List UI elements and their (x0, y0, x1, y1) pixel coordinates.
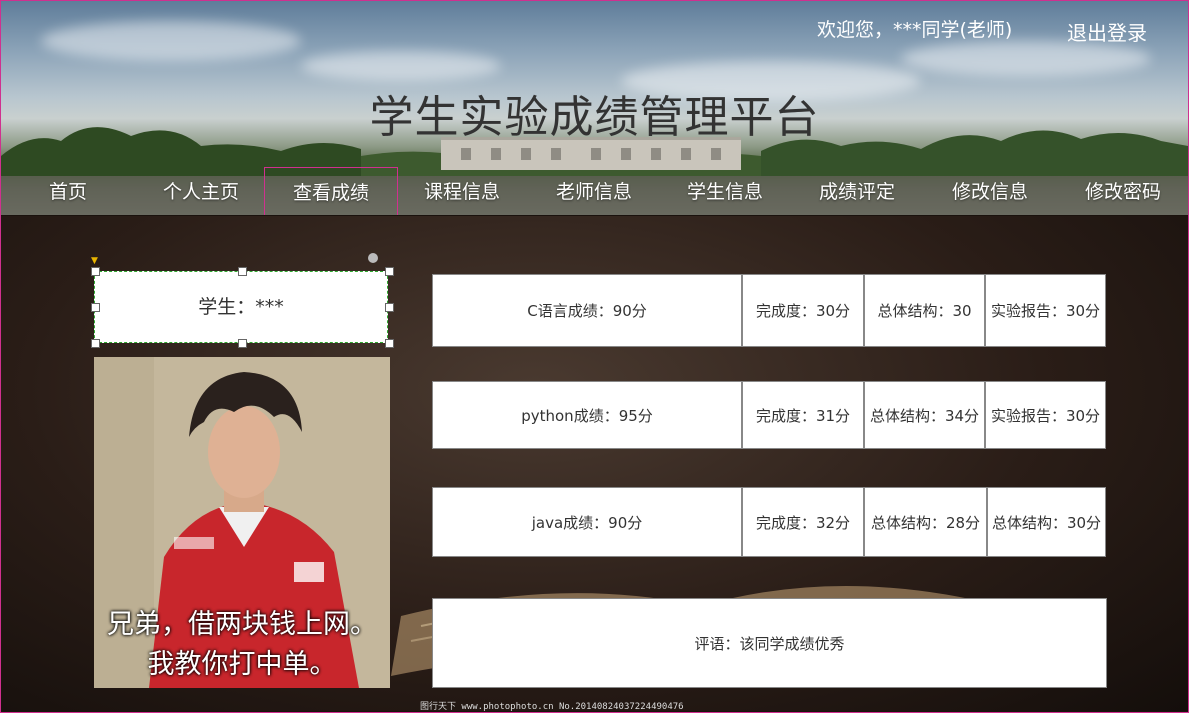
resize-handle[interactable] (91, 303, 100, 312)
report-cell: 实验报告：30分 (985, 381, 1106, 449)
watermark: 图行天下 www.photophoto.cn No.20140824037224… (420, 702, 684, 712)
photo-caption-line2: 我教你打中单。 (147, 649, 337, 680)
completion-cell: 完成度：30分 (742, 274, 864, 347)
nav-view-grades[interactable]: 查看成绩 (264, 167, 398, 215)
teacher-comment: 评语：该同学成绩优秀 (432, 598, 1107, 688)
course-grade-cell: C语言成绩：90分 (432, 274, 742, 347)
resize-handle[interactable] (385, 267, 394, 276)
nav-edit-info[interactable]: 修改信息 (940, 167, 1040, 215)
main-nav: 首页 个人主页 查看成绩 课程信息 老师信息 学生信息 成绩评定 修改信息 修改… (1, 167, 1188, 215)
structure-cell: 总体结构：34分 (864, 381, 985, 449)
student-name-box[interactable]: 学生：*** (94, 271, 388, 343)
welcome-text: 欢迎您，***同学(老师) (817, 19, 1013, 41)
resize-handle[interactable] (385, 339, 394, 348)
report-cell: 实验报告：30分 (985, 274, 1106, 347)
anchor-marker-icon: ▼ (91, 256, 98, 266)
rotate-handle-icon[interactable] (368, 253, 378, 263)
course-grade-cell: python成绩：95分 (432, 381, 742, 449)
course-grade-cell: java成绩：90分 (432, 487, 742, 557)
logout-button[interactable]: 退出登录 (1067, 17, 1147, 46)
nav-course-info[interactable]: 课程信息 (412, 167, 512, 215)
report-cell: 总体结构：30分 (987, 487, 1106, 557)
nav-home[interactable]: 首页 (23, 167, 113, 215)
completion-cell: 完成度：32分 (742, 487, 864, 557)
photo-caption-line1: 兄弟，借两块钱上网。 (107, 609, 377, 640)
nav-profile[interactable]: 个人主页 (151, 167, 251, 215)
header-banner: 欢迎您，***同学(老师) 退出登录 学生实验成绩管理平台 首页 个人主页 查看… (1, 1, 1188, 215)
resize-handle[interactable] (91, 267, 100, 276)
nav-grade-evaluation[interactable]: 成绩评定 (807, 167, 907, 215)
resize-handle[interactable] (238, 267, 247, 276)
nav-student-info[interactable]: 学生信息 (675, 167, 775, 215)
completion-cell: 完成度：31分 (742, 381, 864, 449)
nav-teacher-info[interactable]: 老师信息 (544, 167, 644, 215)
resize-handle[interactable] (91, 339, 100, 348)
page-title: 学生实验成绩管理平台 (369, 92, 820, 143)
structure-cell: 总体结构：28分 (864, 487, 987, 557)
resize-handle[interactable] (385, 303, 394, 312)
resize-handle[interactable] (238, 339, 247, 348)
structure-cell: 总体结构：30 (864, 274, 985, 347)
nav-change-password[interactable]: 修改密码 (1073, 167, 1173, 215)
student-photo: 兄弟，借两块钱上网。 我教你打中单。 (94, 357, 390, 688)
